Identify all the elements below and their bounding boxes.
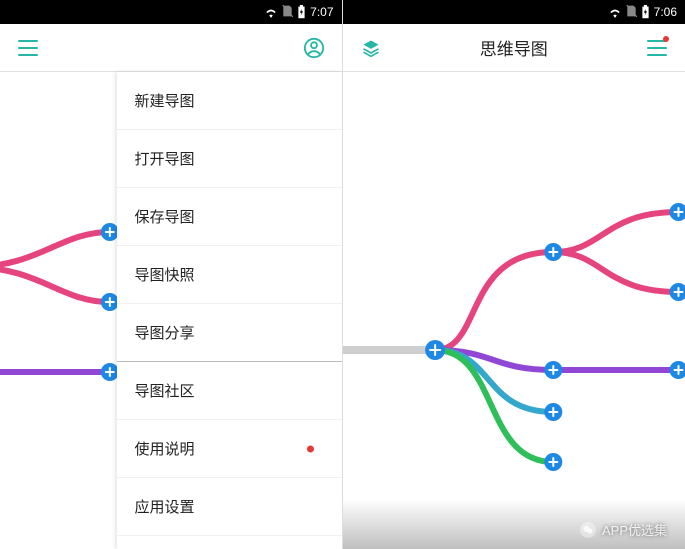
menu-item-label: 打开导图	[135, 148, 195, 169]
menu-item-label: 导图社区	[135, 380, 195, 401]
node-add-icon[interactable]	[544, 243, 562, 261]
menu-item-label: 保存导图	[135, 206, 195, 227]
menu-item-label: 使用说明	[135, 438, 195, 459]
battery-icon	[641, 5, 650, 19]
status-bar: 7:06	[343, 0, 685, 24]
node-add-icon[interactable]	[544, 453, 562, 471]
menu-item-label: 导图快照	[135, 264, 195, 285]
menu-item-help[interactable]: 使用说明	[117, 420, 342, 478]
notification-dot-icon	[663, 36, 669, 42]
battery-icon	[297, 5, 306, 19]
profile-icon[interactable]	[298, 32, 330, 64]
hamburger-menu-button[interactable]	[641, 32, 673, 64]
watermark-label: APP优选集	[602, 520, 667, 539]
node-root[interactable]	[425, 340, 445, 360]
watermark: APP优选集	[580, 520, 667, 539]
menu-item-label: 新建导图	[135, 90, 195, 111]
menu-item-new[interactable]: 新建导图	[117, 72, 342, 130]
hamburger-menu-button[interactable]	[12, 32, 44, 64]
notification-dot-icon	[307, 445, 314, 452]
menu-item-open[interactable]: 打开导图	[117, 130, 342, 188]
screen-left: 7:07 新建导图 打开导图 保存导图 导图快照 导图分享	[0, 0, 343, 549]
layers-icon[interactable]	[355, 32, 387, 64]
page-title: 思维导图	[387, 35, 642, 60]
menu-item-snapshot[interactable]: 导图快照	[117, 246, 342, 304]
node-add-icon[interactable]	[544, 361, 562, 379]
screen-right: 7:06 思维导图	[343, 0, 685, 549]
wifi-icon	[264, 6, 278, 18]
no-sim-icon	[282, 5, 293, 20]
app-bar	[0, 24, 342, 72]
node-add-icon[interactable]	[669, 361, 685, 379]
status-bar: 7:07	[0, 0, 342, 24]
node-add-icon[interactable]	[544, 403, 562, 421]
node-add-icon[interactable]	[669, 283, 685, 301]
menu-item-community[interactable]: 导图社区	[117, 362, 342, 420]
app-bar: 思维导图	[343, 24, 685, 72]
wifi-icon	[608, 6, 622, 18]
wechat-icon	[580, 522, 596, 538]
menu-item-label: 导图分享	[135, 322, 195, 343]
main-menu: 新建导图 打开导图 保存导图 导图快照 导图分享 导图社区 使用说明 应用设置	[117, 72, 342, 549]
menu-item-share[interactable]: 导图分享	[117, 304, 342, 362]
node-add-icon[interactable]	[669, 203, 685, 221]
status-time: 7:07	[310, 5, 333, 19]
menu-item-save[interactable]: 保存导图	[117, 188, 342, 246]
no-sim-icon	[626, 5, 637, 20]
menu-item-label: 应用设置	[135, 496, 195, 517]
status-time: 7:06	[654, 5, 677, 19]
mindmap-canvas-right[interactable]	[343, 72, 685, 549]
menu-item-settings[interactable]: 应用设置	[117, 478, 342, 536]
